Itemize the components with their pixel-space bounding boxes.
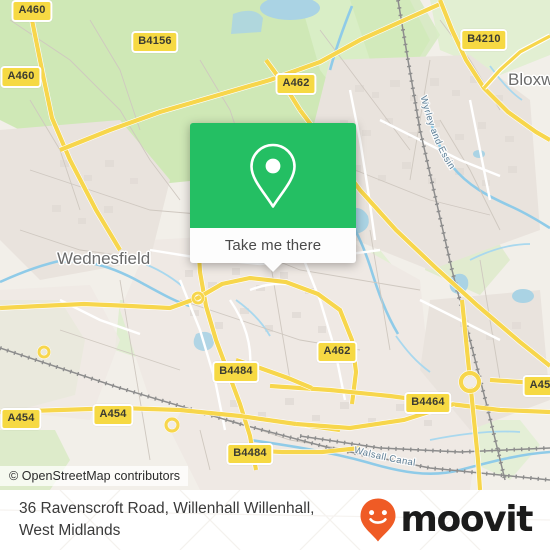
location-popup[interactable]: Take me there xyxy=(190,123,356,272)
road-shield-b4464: B4464 xyxy=(404,392,452,414)
popup-tail-pointer xyxy=(263,262,283,272)
road-shield-b4210: B4210 xyxy=(460,29,508,51)
osm-attribution[interactable]: © OpenStreetMap contributors xyxy=(0,466,189,486)
road-shield-a460-north: A460 xyxy=(11,0,53,22)
road-shield-b4484-north: B4484 xyxy=(212,361,260,383)
road-shield-b4156: B4156 xyxy=(131,31,179,53)
road-shield-a460-west: A460 xyxy=(0,66,42,88)
road-shield-a462-south: A462 xyxy=(316,341,358,363)
moovit-logo[interactable]: moovit xyxy=(358,497,550,543)
popup-cta-label: Take me there xyxy=(224,237,322,254)
popup-cta[interactable]: Take me there xyxy=(190,228,356,272)
road-shield-b4484-south: B4484 xyxy=(226,443,274,465)
footer-bar: 36 Ravenscroft Road, Willenhall Willenha… xyxy=(0,490,550,550)
popup-header xyxy=(190,123,356,228)
road-shield-a454-mid: A454 xyxy=(92,404,134,426)
footer-address: 36 Ravenscroft Road, Willenhall Willenha… xyxy=(19,500,315,539)
map-pin-icon xyxy=(250,143,296,208)
moovit-wordmark: moovit xyxy=(400,499,533,540)
road-shield-a454-west: A454 xyxy=(0,408,42,430)
road-shield-a45: A45 xyxy=(522,375,550,397)
moovit-map-screenshot: .land { fill:#f2efe9; } .green { fill:#c… xyxy=(0,0,550,550)
moovit-smiley-pin-icon xyxy=(360,498,396,542)
road-shield-a462-north: A462 xyxy=(275,73,317,95)
map-canvas[interactable]: .land { fill:#f2efe9; } .green { fill:#c… xyxy=(0,0,550,490)
